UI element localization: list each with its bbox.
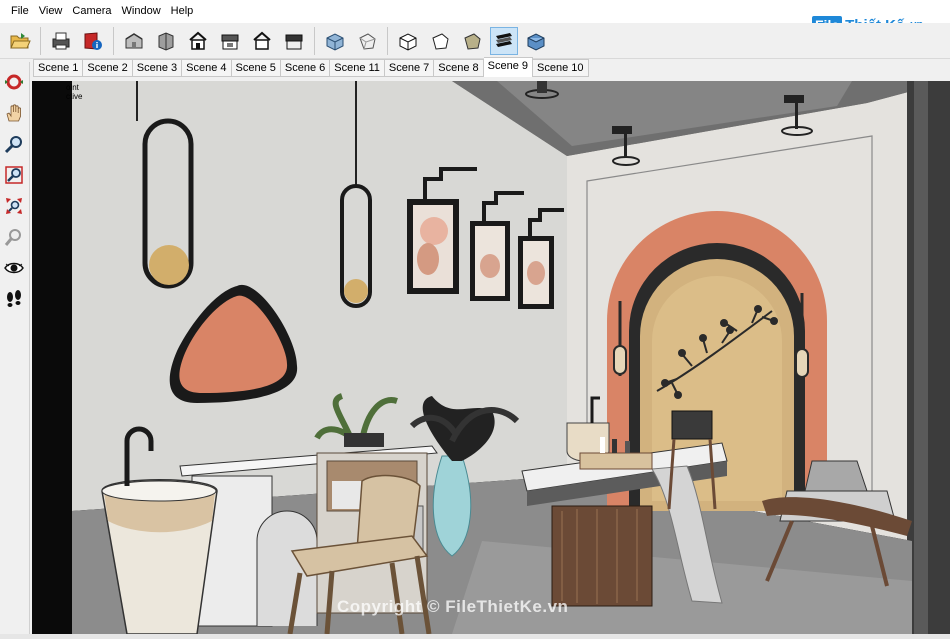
xray-style-icon[interactable] bbox=[321, 27, 349, 55]
front-view-icon[interactable] bbox=[184, 27, 212, 55]
zoom-extents-icon[interactable] bbox=[2, 194, 26, 218]
toolbar-separator bbox=[314, 26, 315, 55]
camera-tool-palette bbox=[0, 62, 30, 639]
orbit-icon[interactable] bbox=[2, 70, 26, 94]
open-file-icon[interactable] bbox=[6, 27, 34, 55]
wireframe-style-icon[interactable] bbox=[353, 27, 381, 55]
tab-scene-5[interactable]: Scene 5 bbox=[231, 59, 281, 77]
zoom-icon[interactable] bbox=[2, 132, 26, 156]
menu-help[interactable]: Help bbox=[166, 0, 199, 23]
print-icon[interactable] bbox=[47, 27, 75, 55]
shaded-style-icon[interactable] bbox=[426, 27, 454, 55]
look-around-icon[interactable] bbox=[2, 256, 26, 280]
left-view-icon[interactable] bbox=[280, 27, 308, 55]
zoom-window-icon[interactable] bbox=[2, 163, 26, 187]
spa-room-scene bbox=[32, 81, 950, 634]
viewport-label-line2: ctive bbox=[66, 92, 83, 101]
back-view-icon[interactable] bbox=[248, 27, 276, 55]
tab-scene-2[interactable]: Scene 2 bbox=[83, 59, 133, 77]
viewport-label-line1: oint bbox=[66, 83, 79, 92]
main-toolbar bbox=[0, 23, 950, 59]
tab-scene-11[interactable]: Scene 11 bbox=[330, 59, 385, 77]
tab-scene-7[interactable]: Scene 7 bbox=[384, 59, 435, 77]
menu-camera[interactable]: Camera bbox=[67, 0, 116, 23]
tab-scene-9[interactable]: Scene 9 bbox=[483, 57, 534, 77]
walk-icon[interactable] bbox=[2, 287, 26, 311]
monochrome-style-icon[interactable] bbox=[490, 26, 518, 55]
tab-scene-3[interactable]: Scene 3 bbox=[132, 59, 183, 77]
previous-view-icon[interactable] bbox=[2, 225, 26, 249]
tab-scene-4[interactable]: Scene 4 bbox=[182, 59, 232, 77]
top-view-icon[interactable] bbox=[152, 27, 180, 55]
menu-bar: File View Camera Window Help bbox=[0, 0, 950, 23]
shaded-with-textures-icon[interactable] bbox=[522, 27, 550, 55]
tab-scene-8[interactable]: Scene 8 bbox=[434, 59, 484, 77]
tab-scene-6[interactable]: Scene 6 bbox=[280, 59, 331, 77]
status-bar bbox=[0, 634, 950, 639]
menu-file[interactable]: File bbox=[6, 0, 34, 23]
sketchup-window: File View Camera Window Help File Thiết … bbox=[0, 0, 950, 639]
right-view-icon[interactable] bbox=[216, 27, 244, 55]
copyright-watermark: Copyright © FileThietKe.vn bbox=[337, 597, 569, 616]
model-info-icon[interactable] bbox=[79, 27, 107, 55]
menu-view[interactable]: View bbox=[34, 0, 68, 23]
scene-tabs: Scene 1 Scene 2 Scene 3 Scene 4 Scene 5 … bbox=[33, 57, 589, 78]
tab-scene-1[interactable]: Scene 1 bbox=[33, 59, 84, 77]
toolbar-separator bbox=[40, 26, 41, 55]
menu-window[interactable]: Window bbox=[117, 0, 166, 23]
toolbar-separator bbox=[113, 26, 114, 55]
tab-scene-10[interactable]: Scene 10 bbox=[533, 59, 589, 77]
hidden-line-style-icon[interactable] bbox=[394, 27, 422, 55]
iso-view-icon[interactable] bbox=[120, 27, 148, 55]
model-viewport[interactable]: oint ctive Copyright © FileThietKe.vn bbox=[32, 81, 950, 634]
viewport-label: oint ctive bbox=[66, 83, 82, 101]
toolbar-separator bbox=[387, 26, 388, 55]
shaded-textures-style-icon[interactable] bbox=[458, 27, 486, 55]
pan-icon[interactable] bbox=[2, 101, 26, 125]
